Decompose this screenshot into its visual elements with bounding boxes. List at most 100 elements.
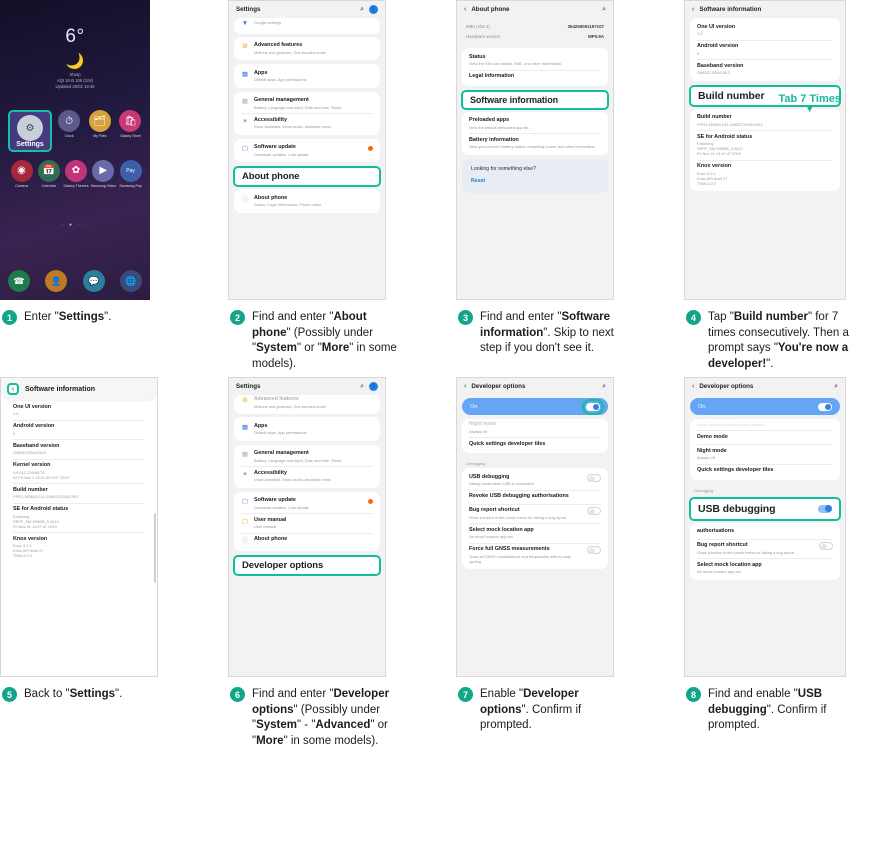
list-item[interactable]: authorisations bbox=[690, 525, 840, 539]
list-item[interactable]: ▦ Apps Default apps, App permissions bbox=[234, 66, 380, 86]
list-item[interactable]: One UI version 1.0 bbox=[690, 20, 840, 40]
list-item[interactable]: Select mock location app No mock locatio… bbox=[690, 558, 840, 578]
list-item-title: Quick settings developer tiles bbox=[469, 440, 546, 447]
app-clock[interactable]: ⏱ Clock bbox=[56, 110, 83, 152]
list-item[interactable]: ▢ User manual User manual bbox=[234, 513, 380, 533]
app-settings[interactable]: ⚙ Settings bbox=[8, 110, 52, 152]
advanced-features-icon: ⚙ bbox=[242, 397, 248, 404]
list-item[interactable]: Demo mode bbox=[690, 430, 840, 444]
list-item[interactable]: Bug report shortcut Show a button in the… bbox=[462, 503, 608, 524]
internet-icon[interactable]: 🌐 bbox=[119, 270, 142, 292]
list-item[interactable]: SE for Android status Enforcing SEPF_SM-… bbox=[690, 130, 840, 160]
usb-debugging-toggle[interactable] bbox=[818, 504, 832, 513]
list-item[interactable]: Build number PPR1.180610.011-G960ZCDSACS… bbox=[690, 111, 840, 131]
list-item[interactable]: Baseband version G960ZCDSACSK2 bbox=[690, 59, 840, 79]
list-item[interactable]: Knox version Knox 3.2.1 Knox API level 2… bbox=[690, 159, 840, 190]
search-icon[interactable]: ⌕ bbox=[834, 383, 838, 390]
list-item[interactable]: ⚙ Advanced features Motions and gestures… bbox=[234, 39, 380, 59]
list-item[interactable]: ✶ Accessibility Voice Assistant, Mono au… bbox=[234, 466, 380, 486]
update-badge-icon bbox=[368, 499, 373, 504]
back-icon[interactable]: ‹ bbox=[692, 6, 694, 13]
list-item[interactable]: Night mode Always off bbox=[690, 444, 840, 464]
force-full-gnss-toggle[interactable] bbox=[587, 546, 601, 554]
list-item[interactable]: Preloaded apps View the default preloade… bbox=[462, 114, 608, 134]
list-item[interactable]: Apply updates when the phone restarts bbox=[690, 421, 840, 430]
list-item[interactable]: Quick settings developer tiles bbox=[690, 463, 840, 478]
list-item[interactable]: Revoke USB debugging authorisations bbox=[462, 489, 608, 504]
search-icon[interactable]: ⌕ bbox=[602, 383, 606, 390]
list-item[interactable]: Quick settings developer tiles bbox=[462, 437, 608, 451]
list-item[interactable]: Baseband version G960ZCDSACSK2 bbox=[6, 439, 152, 459]
search-icon[interactable]: ⌕ bbox=[602, 6, 606, 13]
developer-options-master-toggle-row[interactable]: On bbox=[690, 398, 840, 415]
list-item[interactable]: Select mock location app No mock locatio… bbox=[462, 523, 608, 543]
list-item[interactable]: Status View the SIM card status, IMEI, a… bbox=[462, 50, 608, 70]
about-phone-highlight[interactable]: About phone bbox=[233, 166, 381, 187]
list-item[interactable]: ▦ General management Battery, Language a… bbox=[234, 94, 380, 114]
app-samsung-video[interactable]: ▶ Samsung Video bbox=[90, 159, 117, 189]
bug-report-shortcut-toggle[interactable] bbox=[587, 507, 601, 515]
search-icon[interactable]: ⌕ bbox=[360, 383, 364, 390]
list-item[interactable]: ✶ Accessibility Voice Assistant, Mono au… bbox=[234, 113, 380, 133]
list-item[interactable]: ⓘ About phone Status, Legal information,… bbox=[234, 191, 380, 211]
list-item[interactable]: ▦ General management Battery, Language a… bbox=[234, 447, 380, 467]
software-update-icon: ▢ bbox=[241, 145, 249, 152]
phone-icon[interactable]: ☎ bbox=[8, 270, 30, 292]
list-item[interactable]: Night mode Always off bbox=[462, 421, 608, 437]
build-number-highlight[interactable]: Build number bbox=[689, 84, 841, 107]
usb-debugging-highlight[interactable]: USB debugging bbox=[689, 496, 841, 521]
list-item[interactable]: Build number PPR1.180610.011-G960ZCDSACS… bbox=[6, 483, 152, 503]
list-item[interactable]: One UI version 1.0 bbox=[6, 400, 152, 420]
back-button-highlight[interactable]: ‹ bbox=[7, 383, 19, 395]
app-my-files[interactable]: 🗂 My Files bbox=[86, 110, 113, 152]
list-item[interactable]: Bug report shortcut Show a button in the… bbox=[690, 538, 840, 559]
account-avatar[interactable]: 👤 bbox=[369, 5, 378, 14]
step-2-caption: 2 Find and enter "About phone" (Possibly… bbox=[228, 300, 406, 372]
list-item-title: Apps bbox=[254, 422, 268, 429]
messages-icon[interactable]: 💬 bbox=[82, 270, 105, 292]
app-galaxy-themes[interactable]: ✿ Galaxy Themes bbox=[63, 159, 90, 189]
software-information-highlight[interactable]: Software information bbox=[461, 89, 609, 110]
master-toggle-switch[interactable] bbox=[582, 398, 604, 415]
list-item[interactable]: Android version 9 bbox=[6, 419, 152, 440]
list-item[interactable]: Force full GNSS measurements Track all G… bbox=[462, 542, 608, 568]
list-item[interactable]: Android version 9 bbox=[690, 39, 840, 60]
developer-options-master-toggle-row[interactable]: On bbox=[462, 398, 608, 415]
contacts-icon[interactable]: 👤 bbox=[45, 270, 68, 292]
app-camera[interactable]: ◉ Camera bbox=[8, 159, 35, 189]
list-item-title: One UI version bbox=[13, 403, 52, 410]
list-item[interactable]: ▦ Apps Default apps, App permissions bbox=[234, 419, 380, 439]
list-item[interactable]: ▢ Software update Download updates, Last… bbox=[234, 494, 380, 514]
list-item[interactable]: ▼ Google settings bbox=[234, 18, 380, 32]
list-item-subtitle: Download updates, Last update bbox=[254, 151, 309, 157]
scrollbar-thumb[interactable] bbox=[154, 513, 156, 583]
list-item[interactable]: ⚙ Advanced features Motions and gestures… bbox=[234, 395, 380, 412]
app-samsung-pay[interactable]: Pay Samsung Pay bbox=[117, 159, 144, 189]
list-item-subtitle: Knox 3.2.1 Knox API level 27 TIMA 4.0.0 bbox=[13, 543, 44, 558]
steps-row-2: ‹ Software information One UI version 1.… bbox=[0, 377, 875, 749]
master-toggle-switch[interactable] bbox=[818, 402, 832, 411]
back-icon[interactable]: ‹ bbox=[464, 383, 466, 390]
list-item[interactable]: Battery information View your phone's ba… bbox=[462, 133, 608, 153]
app-label: Samsung Video bbox=[90, 183, 116, 188]
list-item[interactable]: Knox version Knox 3.2.1 Knox API level 2… bbox=[6, 532, 152, 562]
search-icon[interactable]: ⌕ bbox=[360, 6, 364, 13]
list-item-title: Bug report shortcut bbox=[697, 542, 748, 548]
app-calendar[interactable]: 📅 Calendar bbox=[35, 159, 62, 189]
reset-link[interactable]: Reset bbox=[471, 178, 599, 184]
list-item[interactable]: Legal information bbox=[462, 69, 608, 84]
app-galaxy-store[interactable]: 🛍 Galaxy Store bbox=[117, 110, 144, 152]
list-item-title: Baseband version bbox=[697, 62, 744, 69]
list-item[interactable]: ▢ Software update Download updates, Last… bbox=[234, 141, 380, 161]
list-item[interactable]: ⓘ About phone bbox=[234, 532, 380, 549]
list-item[interactable]: Kernel version 4.9.112-17695175 #2 Fri N… bbox=[6, 458, 152, 484]
back-icon[interactable]: ‹ bbox=[692, 383, 694, 390]
usb-debugging-toggle[interactable] bbox=[587, 473, 601, 482]
bug-report-shortcut-toggle[interactable] bbox=[819, 542, 833, 550]
developer-options-highlight[interactable]: Developer options bbox=[233, 554, 381, 576]
account-avatar[interactable]: 👤 bbox=[369, 382, 378, 391]
list-item[interactable]: SE for Android status Enforcing SEPF_SM-… bbox=[6, 502, 152, 533]
back-icon[interactable]: ‹ bbox=[464, 6, 466, 13]
list-item[interactable]: USB debugging Debug mode when USB is con… bbox=[462, 470, 608, 490]
info-icon: ⓘ bbox=[241, 195, 249, 203]
